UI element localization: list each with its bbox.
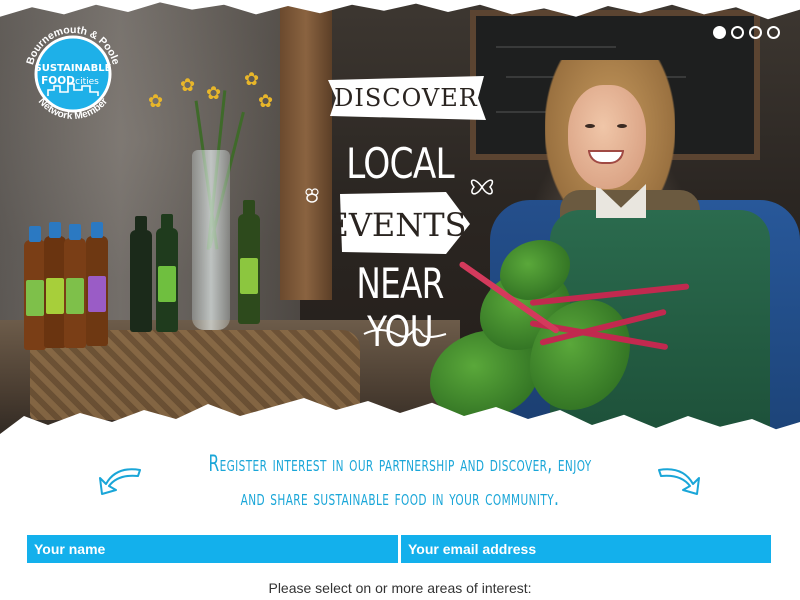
- bottle: [130, 216, 152, 332]
- bottle: [156, 214, 178, 332]
- events-arrow-sign: EVENTS: [336, 192, 470, 254]
- bottle: [238, 200, 260, 324]
- flower-icon: ✿: [180, 75, 196, 95]
- slider-dot[interactable]: [767, 26, 780, 39]
- slider-dot[interactable]: [713, 26, 726, 39]
- slider-dot[interactable]: [749, 26, 762, 39]
- bottle: [44, 222, 66, 348]
- slider-dot[interactable]: [731, 26, 744, 39]
- curved-arrow-left-icon: [99, 468, 141, 495]
- register-line2: and share sustainable food in your commu…: [240, 486, 560, 511]
- headline-discover: DISCOVER: [334, 84, 478, 112]
- email-field[interactable]: [401, 535, 771, 563]
- bottle: [24, 226, 46, 350]
- flower-icon: ✿: [206, 83, 222, 103]
- sustainable-food-cities-badge[interactable]: Bournemouth & Poole Network Member SUSTA…: [18, 16, 128, 126]
- discover-banner: DISCOVER: [328, 76, 486, 120]
- headline-events: EVENTS: [336, 206, 467, 244]
- bee-icon: [305, 188, 319, 203]
- areas-of-interest-label: Please select on or more areas of intere…: [268, 580, 532, 596]
- flower-icon: ✿: [148, 91, 164, 111]
- badge-line1: SUSTAINABLE: [35, 63, 112, 74]
- swirl-decoration: [363, 328, 447, 338]
- hero-headline: DISCOVER LOCAL FOOD EVENTS NEAR YOU: [300, 62, 510, 362]
- slider-dots: [713, 26, 780, 39]
- name-field[interactable]: [27, 535, 398, 563]
- glass-vase: [192, 150, 230, 330]
- bottle: [64, 224, 86, 348]
- bottle: [86, 222, 108, 346]
- flower-icon: ✿: [244, 69, 260, 89]
- register-message: Register interest in our partnership and…: [205, 448, 595, 516]
- register-line1: Register interest in our partnership and…: [208, 452, 592, 477]
- person-face: [568, 85, 646, 189]
- flower-icon: ✿: [258, 91, 274, 111]
- butterfly-icon: [470, 179, 494, 195]
- curved-arrow-right-icon: [658, 468, 700, 495]
